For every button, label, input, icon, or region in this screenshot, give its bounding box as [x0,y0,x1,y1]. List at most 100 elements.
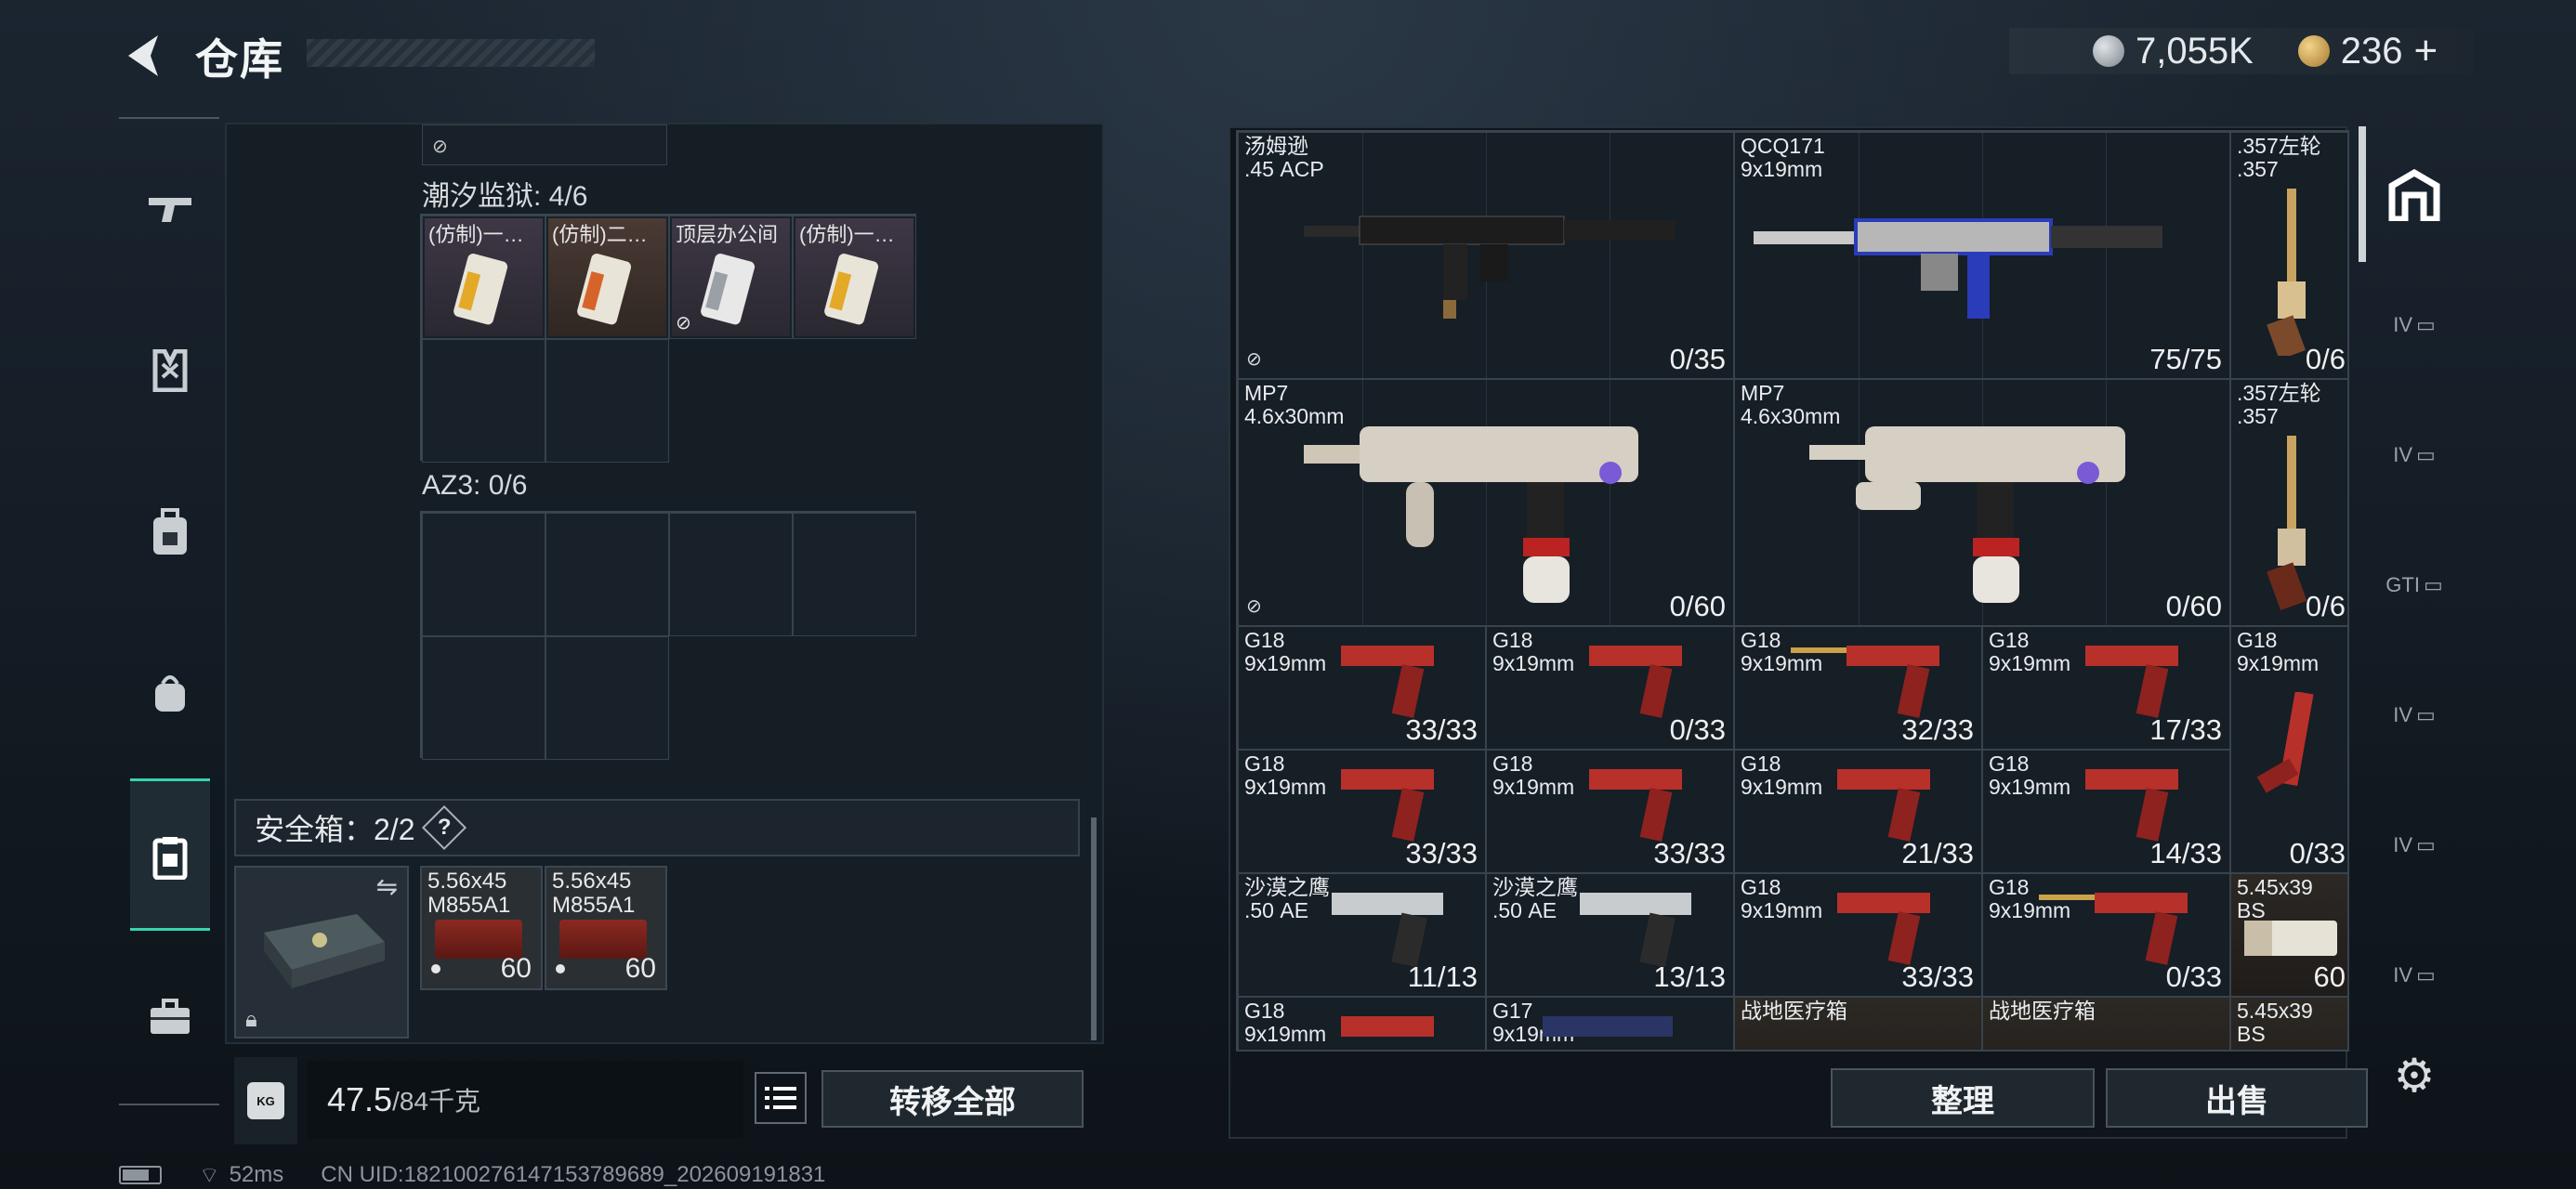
grid-gap [669,339,916,463]
storage-icon: ▭ [2416,313,2436,336]
medkit-slot[interactable]: 战地医疗箱 [1734,997,1982,1050]
pistol-slot[interactable]: G18 9x19mm 33/33 [1734,873,1982,997]
safe-box-item[interactable]: ⇋ 🔒︎ [234,866,409,1039]
safe-box-icon [152,837,188,880]
pistol-slot[interactable]: G18 9x19mm 17/33 [1982,626,2230,750]
partial-item-slot[interactable]: ⊘ [422,124,667,165]
gold-add-button[interactable]: + [2414,28,2438,74]
sidebar-item-armor[interactable] [130,331,210,411]
ammo-slot[interactable]: 5.56x45 M855A1 60 [545,866,667,990]
back-arrow-icon[interactable] [119,28,165,84]
pistol-slot[interactable]: G18 9x19mm 21/33 [1734,750,1982,873]
weapon-slot[interactable]: MP7 4.6x30mm 0/60 [1734,379,2230,626]
empty-slot[interactable] [422,636,545,760]
swap-icon[interactable]: ⇋ [376,871,398,902]
pistol-slot[interactable]: G18 9x19mm 0/33 [2230,626,2347,873]
tab-storage-5[interactable]: IV ▭ [2375,790,2453,901]
ammo-slot[interactable]: 5.45x39 BS [2230,997,2347,1050]
wifi-icon: ⌔ [199,1163,220,1188]
item-name: 战地医疗箱 [1741,999,1847,1023]
pistol-slot[interactable]: G17 9x19mm [1486,997,1734,1050]
right-scrollbar[interactable] [2359,126,2366,262]
sell-button[interactable]: 出售 [2106,1068,2368,1128]
pistol-slot[interactable]: G18 9x19mm 33/33 [1238,626,1486,750]
sidebar-item-backpack[interactable] [130,492,210,572]
lock-icon: ⊘ [1246,349,1262,370]
keycard-slot[interactable]: 顶层办公间 ⊘ [669,216,793,339]
item-name: 战地医疗箱 [1989,999,2096,1023]
pistol-slot[interactable]: G18 9x19mm 33/33 [1486,750,1734,873]
keycard-slot[interactable]: (仿制)一… [793,216,916,339]
sidebar-item-safe-box[interactable] [130,817,210,897]
help-icon[interactable]: ? [421,804,467,851]
weapon-slot[interactable]: QCQ171 9x19mm 75/75 [1734,132,2230,379]
pistol-slot[interactable]: 沙漠之鹰 .50 AE 11/13 [1238,873,1486,997]
g18-image [1341,769,1434,842]
weapon-slot[interactable]: 汤姆逊 .45 ACP ⊘ 0/35 [1238,132,1734,379]
weapon-name: G18 9x19mm [2237,628,2320,675]
ammo-name: 5.56x45 M855A1 [427,869,511,918]
backpack-icon [153,508,187,555]
empty-slot[interactable] [545,636,669,760]
tidal-prison-grid: (仿制)一… (仿制)二… 顶层办公间 ⊘ (仿制)一… [420,214,916,463]
g18-image [1341,646,1434,718]
sidebar-item-bag[interactable] [130,652,210,732]
weapon-name: 沙漠之鹰 .50 AE [1492,875,1578,922]
ammo-slot[interactable]: 5.56x45 M855A1 60 [420,866,543,990]
weight-icon-box: KG [234,1057,297,1144]
pistol-slot[interactable]: G18 9x19mm 0/33 [1486,626,1734,750]
g18-image [1837,769,1930,842]
tab-storage-3[interactable]: GTI ▭ [2375,529,2453,641]
ammo-count: 17/33 [2149,713,2222,746]
g18-image [2085,646,2178,718]
weapon-name: QCQ171 9x19mm [1741,134,1825,181]
tab-warehouse-home[interactable] [2375,139,2453,251]
empty-slot[interactable] [545,339,669,463]
g18-image [2256,692,2314,793]
lock-icon: ⊘ [1246,596,1262,617]
pistol-slot[interactable]: G18 9x19mm 33/33 [1238,750,1486,873]
pistol-slot[interactable]: G18 9x19mm 0/33 [1982,873,2230,997]
ammo-slot[interactable]: 5.45x39 BS 60 [2230,873,2347,997]
revolver-image [2267,189,2306,356]
lock-icon: 🔒︎ [245,1007,257,1032]
az3-grid [420,511,916,760]
tab-storage-1[interactable]: IV ▭ [2375,269,2453,381]
empty-slot[interactable] [545,513,669,636]
ammo-marker [556,964,565,973]
weapon-name: G18 9x19mm [1741,875,1823,922]
g18-image [1837,893,1930,965]
tab-storage-4[interactable]: IV ▭ [2375,660,2453,771]
organize-button[interactable]: 整理 [1831,1068,2095,1128]
transfer-all-button[interactable]: 转移全部 [821,1070,1084,1128]
empty-slot[interactable] [422,513,545,636]
left-scrollbar[interactable] [1091,817,1097,1040]
pistol-slot[interactable]: G18 9x19mm [1238,997,1486,1050]
pistol-slot[interactable]: G18 9x19mm 14/33 [1982,750,2230,873]
ammo-count: 33/33 [1653,837,1726,869]
sidebar-item-toolbox[interactable] [130,977,210,1057]
list-view-button[interactable] [755,1072,807,1124]
pistol-slot[interactable]: G18 9x19mm 32/33 [1734,626,1982,750]
weapon-slot[interactable]: .357左轮 .357 0/6 [2230,132,2347,379]
empty-slot[interactable] [669,513,793,636]
weapon-slot[interactable]: .357左轮 .357 0/6 [2230,379,2347,626]
pistol-slot[interactable]: 沙漠之鹰 .50 AE 13/13 [1486,873,1734,997]
weapon-slot[interactable]: MP7 4.6x30mm ⊘ 0/60 [1238,379,1734,626]
medkit-slot[interactable]: 战地医疗箱 [1982,997,2230,1050]
currency-bar: 7,055K 236 + [2009,28,2474,74]
sidebar-item-weapons[interactable] [130,169,210,249]
tab-storage-2[interactable]: IV ▭ [2375,399,2453,511]
g18-image [2085,769,2178,842]
item-label: (仿制)一… [428,223,524,246]
tab-storage-6[interactable]: IV ▭ [2375,920,2453,1031]
ammo-count: 0/33 [2289,837,2346,869]
settings-gear-icon[interactable]: ⚙ [2388,1050,2440,1102]
home-tab-icon [2388,169,2440,221]
empty-slot[interactable] [793,513,916,636]
keycard-slot[interactable]: (仿制)二… [545,216,669,339]
weapon-name: G18 9x19mm [1492,751,1575,799]
empty-slot[interactable] [422,339,545,463]
keycard-slot[interactable]: (仿制)一… [422,216,545,339]
tab-label: IV [2393,963,2412,986]
